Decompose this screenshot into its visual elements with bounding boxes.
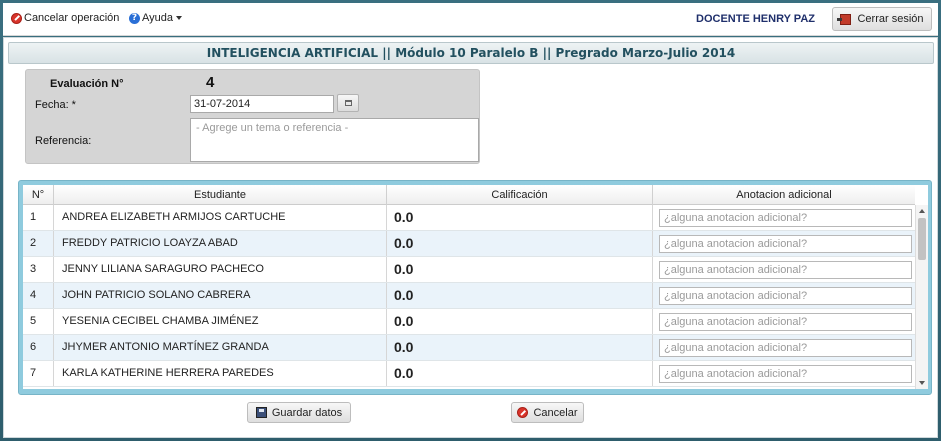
- evaluation-number-value: 4: [206, 74, 215, 91]
- table-row: 7 KARLA KATHERINE HERRERA PAREDES 0.0 ¿algu…: [23, 361, 915, 387]
- row-number: 7: [23, 361, 54, 386]
- grade-value[interactable]: 0.0: [387, 257, 653, 282]
- grades-grid-frame: N° Estudiante Calificación Anotacion adi…: [18, 180, 932, 395]
- grade-value[interactable]: 0.0: [387, 361, 653, 386]
- table-row: 3 JENNY LILIANA SARAGURO PACHECO 0.0 ¿algun…: [23, 257, 915, 283]
- student-name: JENNY LILIANA SARAGURO PACHECO: [54, 257, 387, 282]
- note-input[interactable]: ¿alguna anotacion adicional?: [659, 339, 912, 357]
- logout-icon: [837, 13, 852, 25]
- note-input[interactable]: ¿alguna anotacion adicional?: [659, 313, 912, 331]
- grade-value[interactable]: 0.0: [387, 309, 653, 334]
- logout-button[interactable]: Cerrar sesión: [832, 7, 932, 31]
- grade-value[interactable]: 0.0: [387, 335, 653, 360]
- reference-textarea[interactable]: - Agrege un tema o referencia -: [190, 118, 479, 162]
- note-cell: ¿alguna anotacion adicional?: [653, 361, 915, 386]
- student-name: FREDDY PATRICIO LOAYZA ABAD: [54, 231, 387, 256]
- student-name: JHYMER ANTONIO MARTÍNEZ GRANDA: [54, 335, 387, 360]
- grade-value[interactable]: 0.0: [387, 231, 653, 256]
- help-menu[interactable]: ? Ayuda: [129, 12, 182, 24]
- header-student: Estudiante: [54, 185, 387, 205]
- note-input[interactable]: ¿alguna anotacion adicional?: [659, 209, 912, 227]
- reference-label: Referencia:: [35, 135, 92, 147]
- help-icon: ?: [129, 12, 140, 24]
- note-cell: ¿alguna anotacion adicional?: [653, 309, 915, 334]
- row-number: 2: [23, 231, 54, 256]
- cancel-button[interactable]: Cancelar: [511, 402, 584, 423]
- row-number: 1: [23, 205, 54, 230]
- top-toolbar: Cancelar operación ? Ayuda DOCENTE HENRY…: [3, 3, 938, 36]
- grade-value[interactable]: 0.0: [387, 283, 653, 308]
- student-name: YESENIA CECIBEL CHAMBA JIMÉNEZ: [54, 309, 387, 334]
- note-input[interactable]: ¿alguna anotacion adicional?: [659, 365, 912, 383]
- note-cell: ¿alguna anotacion adicional?: [653, 205, 915, 230]
- row-number: 3: [23, 257, 54, 282]
- grid-header: N° Estudiante Calificación Anotacion adi…: [23, 185, 915, 205]
- help-label: Ayuda: [142, 12, 173, 24]
- table-row: 2 FREDDY PATRICIO LOAYZA ABAD 0.0 ¿alguna a…: [23, 231, 915, 257]
- student-name: KARLA KATHERINE HERRERA PAREDES: [54, 361, 387, 386]
- cancel-icon: [517, 407, 529, 418]
- note-cell: ¿alguna anotacion adicional?: [653, 335, 915, 360]
- cancel-operation-link[interactable]: Cancelar operación: [11, 12, 119, 24]
- chevron-down-icon: [176, 16, 182, 20]
- scroll-down-icon[interactable]: [919, 381, 925, 385]
- grades-grid: N° Estudiante Calificación Anotacion adi…: [23, 185, 928, 389]
- evaluation-number-label: Evaluación N°: [50, 78, 124, 90]
- table-row: 4 JOHN PATRICIO SOLANO CABRERA 0.0 ¿alguna …: [23, 283, 915, 309]
- table-row: 5 YESENIA CECIBEL CHAMBA JIMÉNEZ 0.0 ¿algun…: [23, 309, 915, 335]
- grid-body: 1 ANDREA ELIZABETH ARMIJOS CARTUCHE 0.0 ¿al…: [23, 205, 915, 389]
- calendar-button[interactable]: [337, 94, 359, 112]
- table-row: 1 ANDREA ELIZABETH ARMIJOS CARTUCHE 0.0 ¿al…: [23, 205, 915, 231]
- date-label: Fecha: *: [35, 99, 76, 111]
- student-name: JOHN PATRICIO SOLANO CABRERA: [54, 283, 387, 308]
- note-input[interactable]: ¿alguna anotacion adicional?: [659, 287, 912, 305]
- calendar-icon: [344, 100, 352, 106]
- note-input[interactable]: ¿alguna anotacion adicional?: [659, 235, 912, 253]
- header-note: Anotacion adicional: [736, 189, 832, 201]
- grade-value[interactable]: 0.0: [387, 205, 653, 230]
- date-field[interactable]: 31-07-2014: [190, 95, 334, 113]
- table-row: 6 JHYMER ANTONIO MARTÍNEZ GRANDA 0.0 ¿algun…: [23, 335, 915, 361]
- row-number: 6: [23, 335, 54, 360]
- teacher-name: DOCENTE HENRY PAZ: [696, 13, 815, 25]
- header-number: N°: [23, 185, 54, 205]
- header-grade: Calificación: [387, 185, 653, 205]
- save-button[interactable]: Guardar datos: [247, 402, 351, 423]
- grid-scrollbar[interactable]: [915, 205, 928, 389]
- evaluation-form: Evaluación N° 4 Fecha: * 31-07-2014 Refe…: [25, 69, 480, 164]
- logout-label: Cerrar sesión: [857, 13, 924, 25]
- row-number: 4: [23, 283, 54, 308]
- scroll-thumb[interactable]: [918, 218, 926, 260]
- save-icon: [255, 407, 267, 418]
- cancel-label: Cancelar: [533, 406, 578, 419]
- note-cell: ¿alguna anotacion adicional?: [653, 231, 915, 256]
- row-number: 5: [23, 309, 54, 334]
- main-panel: INTELIGENCIA ARTIFICIAL || Módulo 10 Par…: [3, 37, 938, 438]
- note-cell: ¿alguna anotacion adicional?: [653, 283, 915, 308]
- note-cell: ¿alguna anotacion adicional?: [653, 257, 915, 282]
- course-title: INTELIGENCIA ARTIFICIAL || Módulo 10 Par…: [8, 42, 934, 64]
- scroll-up-icon[interactable]: [919, 209, 925, 213]
- student-name: ANDREA ELIZABETH ARMIJOS CARTUCHE: [54, 205, 387, 230]
- save-label: Guardar datos: [271, 406, 343, 419]
- cancel-icon: [11, 12, 22, 24]
- cancel-operation-label: Cancelar operación: [24, 12, 120, 24]
- note-input[interactable]: ¿alguna anotacion adicional?: [659, 261, 912, 279]
